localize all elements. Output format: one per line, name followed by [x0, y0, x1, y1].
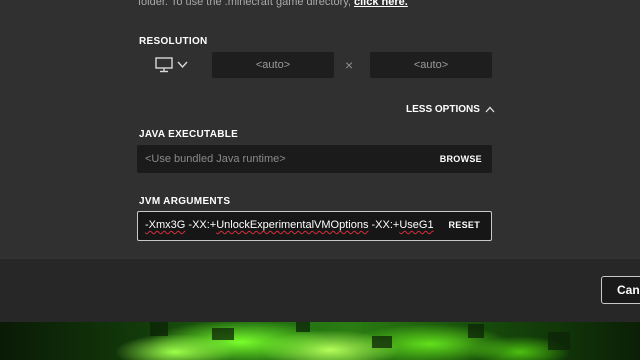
jvm-arg-segment: UnlockExperimentalVMOptions [216, 219, 369, 231]
resolution-height-input[interactable]: <auto> [370, 52, 492, 78]
resolution-preset-dropdown[interactable] [155, 57, 189, 75]
java-executable-label: JAVA EXECUTABLE [139, 129, 239, 140]
resolution-separator: × [345, 57, 354, 73]
jvm-arg-segment: -XX:+ [368, 219, 400, 231]
jvm-arg-segment: -XX:+ [185, 219, 217, 231]
jvm-arguments-input[interactable]: -Xmx3G -XX:+UnlockExperimentalVMOptions … [145, 212, 445, 238]
artwork-shadow-block [468, 324, 484, 338]
browse-button[interactable]: BROWSE [440, 145, 482, 173]
hint-text: folder. To use the .minecraft game direc… [138, 0, 351, 8]
reset-button[interactable]: RESET [448, 212, 480, 238]
chevron-down-icon [177, 61, 188, 69]
java-executable-input[interactable]: <Use bundled Java runtime> [145, 145, 425, 173]
cancel-button[interactable]: Cancel [601, 276, 640, 304]
jvm-arg-segment: UseG1 [399, 219, 434, 231]
less-options-label: LESS OPTIONS [406, 104, 480, 115]
artwork-shadow-block [548, 332, 570, 350]
dialog-footer [0, 258, 640, 323]
jvm-arg-segment: -Xmx3G [145, 219, 186, 231]
monitor-icon [155, 57, 173, 73]
artwork-shadow-block [212, 328, 234, 340]
game-directory-hint: folder. To use the .minecraft game direc… [138, 0, 408, 8]
click-here-link[interactable]: click here. [354, 0, 408, 8]
jvm-arguments-field[interactable]: -Xmx3G -XX:+UnlockExperimentalVMOptions … [137, 211, 492, 241]
artwork-shadow-block [150, 322, 168, 336]
installation-settings-panel: folder. To use the .minecraft game direc… [0, 0, 640, 258]
artwork-shadow-block [296, 322, 310, 332]
chevron-up-icon [485, 106, 495, 113]
less-options-toggle[interactable]: LESS OPTIONS [406, 104, 495, 115]
jvm-arguments-label: JVM ARGUMENTS [139, 196, 231, 207]
artwork-shadow-block [372, 336, 392, 348]
background-artwork [0, 322, 640, 360]
java-executable-field[interactable]: <Use bundled Java runtime> BROWSE [137, 145, 492, 173]
resolution-label: RESOLUTION [139, 36, 208, 47]
resolution-width-input[interactable]: <auto> [212, 52, 334, 78]
